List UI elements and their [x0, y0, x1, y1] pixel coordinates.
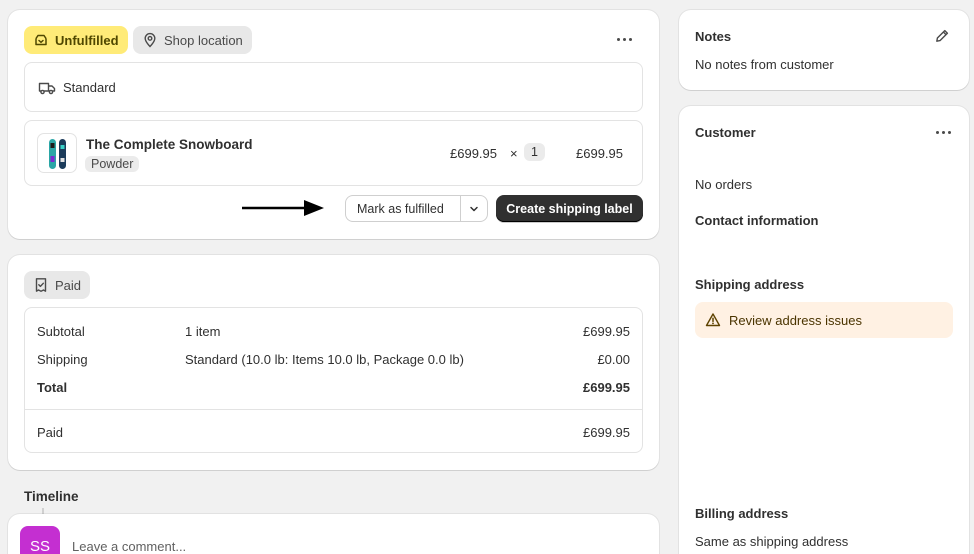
create-shipping-label-button[interactable]: Create shipping label	[496, 195, 643, 222]
create-shipping-label-text: Create shipping label	[506, 201, 633, 216]
mark-as-fulfilled-label: Mark as fulfilled	[357, 201, 444, 216]
notes-card: Notes No notes from customer	[679, 10, 969, 90]
shipping-method-label: Standard	[63, 80, 116, 95]
paid-label: Paid	[37, 425, 64, 440]
subtotal-detail: 1 item	[185, 324, 221, 339]
receipt-check-icon	[35, 278, 47, 292]
avatar-initials: SS	[29, 537, 50, 554]
edit-pencil-icon[interactable]	[934, 28, 950, 44]
paid-badge: Paid	[24, 271, 91, 299]
unfulfilled-badge: Unfulfilled	[24, 26, 128, 54]
payment-card: Paid Subtotal 1 item £699.95 Shipping St…	[8, 255, 659, 470]
comment-box[interactable]: SS Leave a comment...	[8, 514, 659, 554]
subtotal-amount: £699.95	[583, 324, 630, 339]
payment-summary-box: Subtotal 1 item £699.95 Shipping Standar…	[24, 307, 643, 453]
quantity-times-sign: ×	[510, 146, 518, 161]
shipping-detail: Standard (10.0 lb: Items 10.0 lb, Packag…	[185, 352, 464, 367]
fulfillment-card: Unfulfilled Shop location Standard The C…	[8, 10, 659, 239]
customer-more-actions-icon[interactable]	[936, 131, 951, 134]
avatar: SS	[20, 526, 60, 554]
payment-divider	[25, 409, 642, 410]
snowboard-image-icon	[49, 139, 66, 169]
timeline-title: Timeline	[24, 489, 79, 504]
product-unit-price: £699.95	[450, 146, 497, 161]
customer-card: Customer No orders Contact information S…	[679, 106, 969, 554]
product-thumbnail[interactable]	[37, 133, 77, 173]
customer-title: Customer	[695, 125, 756, 140]
mark-as-fulfilled-button[interactable]: Mark as fulfilled	[345, 195, 461, 222]
paid-badge-label: Paid	[55, 277, 82, 293]
product-quantity-badge: 1	[524, 143, 545, 161]
notes-body: No notes from customer	[695, 57, 834, 72]
shipping-method-box: Standard	[24, 62, 643, 112]
billing-address-title: Billing address	[695, 506, 789, 521]
shipping-label: Shipping	[37, 352, 88, 367]
warning-triangle-icon	[705, 313, 721, 327]
shipping-amount: £0.00	[597, 352, 630, 367]
address-warning-banner[interactable]: Review address issues	[695, 302, 953, 338]
unfulfilled-icon	[35, 34, 47, 46]
total-amount: £699.95	[583, 380, 630, 395]
notes-title: Notes	[695, 29, 732, 44]
delivery-truck-icon	[38, 82, 56, 95]
billing-address-value: Same as shipping address	[695, 534, 849, 549]
location-pin-icon	[144, 32, 156, 48]
fulfillment-more-actions-icon[interactable]	[617, 38, 632, 41]
subtotal-label: Subtotal	[37, 324, 85, 339]
customer-orders: No orders	[695, 177, 753, 192]
product-line-item: The Complete Snowboard Powder £699.95 × …	[24, 120, 643, 186]
mark-as-fulfilled-dropdown-button[interactable]	[460, 195, 488, 222]
product-name-link[interactable]: The Complete Snowboard	[86, 137, 253, 152]
address-warning-text: Review address issues	[729, 313, 862, 328]
shipping-address-title: Shipping address	[695, 277, 805, 292]
contact-information-title: Contact information	[695, 213, 819, 228]
right-arrow-icon	[242, 200, 324, 216]
unfulfilled-badge-label: Unfulfilled	[55, 32, 119, 48]
paid-amount: £699.95	[583, 425, 630, 440]
product-line-total: £699.95	[576, 146, 623, 161]
shop-location-badge: Shop location	[133, 26, 252, 54]
comment-input[interactable]: Leave a comment...	[72, 539, 186, 554]
total-label: Total	[37, 380, 68, 395]
chevron-down-icon	[470, 206, 478, 211]
product-variant-tag: Powder	[85, 156, 140, 172]
shop-location-label: Shop location	[164, 32, 243, 48]
